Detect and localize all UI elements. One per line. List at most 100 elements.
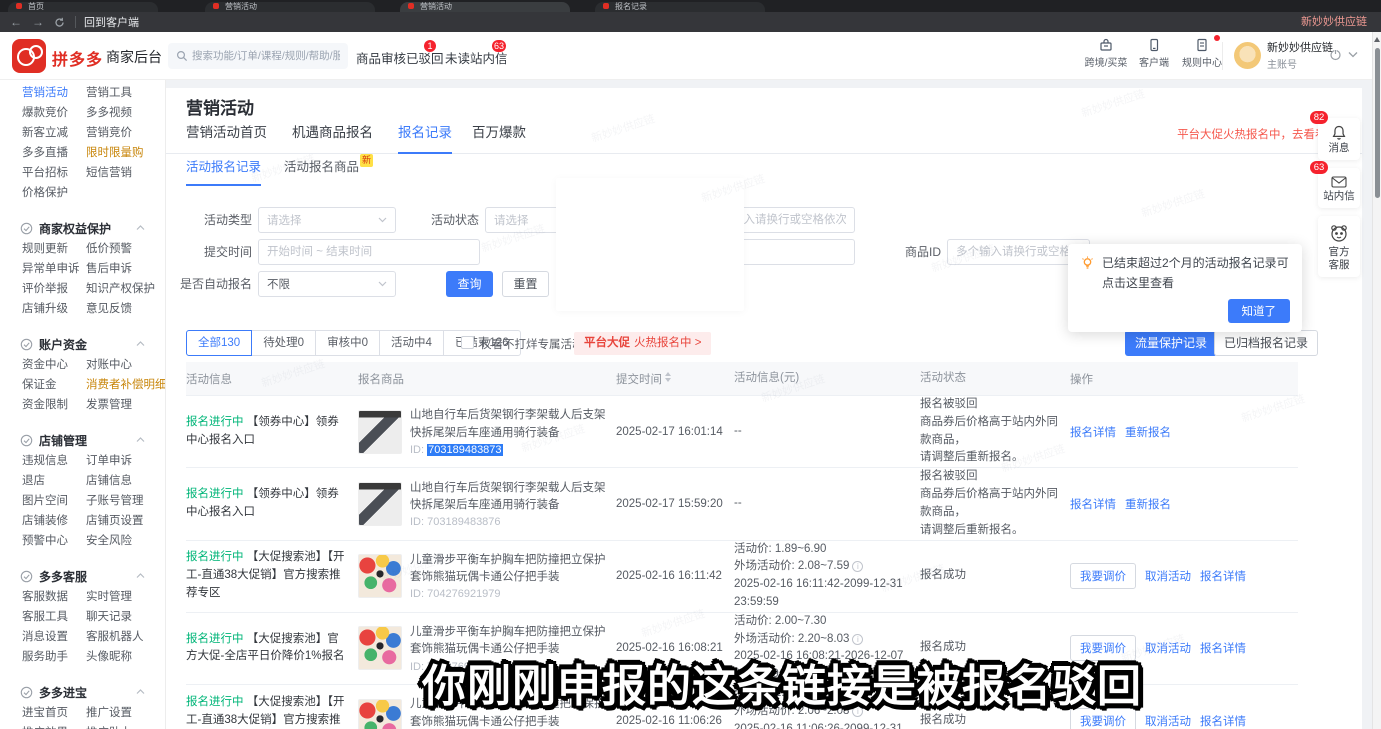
tab-opportunity-goods[interactable]: 机遇商品报名 (292, 118, 373, 154)
tooltip-confirm-button[interactable]: 知道了 (1228, 299, 1291, 323)
sidebar-link[interactable]: 店铺升级 (22, 300, 86, 316)
sidebar-link[interactable]: 短信营销 (86, 164, 132, 180)
quick-link-client[interactable]: 客户端 (1132, 37, 1176, 69)
sidebar-link[interactable]: 新客立减 (22, 124, 86, 140)
sidebar-link[interactable]: 推广设置 (86, 704, 132, 720)
sidebar-link[interactable]: 推广助力 (86, 724, 132, 729)
url-text[interactable]: 回到客户端 (84, 14, 139, 30)
sidebar-link[interactable]: 售后申诉 (86, 260, 132, 276)
sidebar-link[interactable]: 店铺信息 (86, 472, 132, 488)
chevron-up-icon[interactable] (136, 437, 145, 443)
row-action-link[interactable]: 报名详情 (1070, 496, 1116, 512)
tab-million-hits[interactable]: 百万爆款 (472, 118, 526, 154)
chevron-up-icon[interactable] (136, 341, 145, 347)
back-icon[interactable]: ← (10, 12, 22, 32)
row-action-link[interactable]: 取消活动 (1145, 713, 1191, 729)
row-action-link[interactable]: 取消活动 (1145, 568, 1191, 584)
chip-pending[interactable]: 待处理0 (251, 330, 316, 356)
sidebar-link[interactable]: 评价举报 (22, 280, 86, 296)
sidebar-link[interactable]: 图片空间 (22, 492, 86, 508)
messages-button[interactable]: 82 消息 (1318, 118, 1360, 160)
pinduoduo-logo-icon[interactable] (12, 39, 46, 73)
sidebar-link[interactable]: 聊天记录 (86, 608, 132, 624)
sidebar-group-header[interactable]: 店铺管理 (0, 430, 165, 450)
info-circle-icon[interactable]: i (852, 634, 863, 645)
product-thumbnail[interactable] (358, 554, 402, 598)
browser-tab[interactable]: 报名记录 (595, 2, 765, 12)
sidebar-link[interactable]: 客服机器人 (86, 628, 144, 644)
product-thumbnail[interactable] (358, 482, 402, 526)
sidebar-link[interactable]: 发票管理 (86, 396, 132, 412)
search-input[interactable] (192, 50, 340, 62)
product-thumbnail[interactable] (358, 410, 402, 454)
sidebar-link[interactable]: 进宝首页 (22, 704, 86, 720)
row-action-link[interactable]: 重新报名 (1125, 424, 1171, 440)
reload-icon[interactable] (54, 17, 65, 28)
sidebar-link[interactable]: 退店 (22, 472, 86, 488)
submit-time-range-input[interactable] (258, 239, 480, 265)
chevron-down-icon[interactable] (1348, 51, 1358, 58)
sidebar-link[interactable]: 安全风险 (86, 532, 132, 548)
sidebar-link[interactable]: 订单申诉 (86, 452, 132, 468)
browser-tab[interactable]: 首页 (8, 2, 158, 12)
archived-records-button[interactable]: 已归档报名记录 (1214, 330, 1318, 356)
promo-link[interactable]: 平台大促火热报名中，去看看>> (1177, 126, 1340, 142)
sidebar-link[interactable]: 爆款竞价 (22, 104, 86, 120)
sidebar-link[interactable]: 实时管理 (86, 588, 132, 604)
sidebar-group-header[interactable]: 账户资金 (0, 334, 165, 354)
scroll-up-arrow-icon[interactable] (1374, 37, 1380, 42)
sidebar-link[interactable]: 规则更新 (22, 240, 86, 256)
sidebar-group-header[interactable]: 多多客服 (0, 566, 165, 586)
sidebar-link[interactable]: 资金限制 (22, 396, 86, 412)
chip-reviewing[interactable]: 审核中0 (315, 330, 380, 356)
tab-registration-records[interactable]: 报名记录 (398, 118, 452, 154)
tab-activity-home[interactable]: 营销活动首页 (186, 118, 267, 154)
power-icon[interactable] (1329, 48, 1342, 61)
sidebar-link[interactable]: 消息设置 (22, 628, 86, 644)
row-action-link[interactable]: 报名详情 (1200, 568, 1246, 584)
sidebar-link[interactable]: 保证金 (22, 376, 86, 392)
header-search[interactable] (168, 43, 348, 69)
sidebar-link[interactable]: 对账中心 (86, 356, 132, 372)
chip-active[interactable]: 活动中4 (379, 330, 444, 356)
sidebar-link[interactable]: 推广效果 (22, 724, 86, 729)
sidebar-link[interactable]: 意见反馈 (86, 300, 132, 316)
sidebar-link[interactable]: 客服工具 (22, 608, 86, 624)
browser-tab-active[interactable]: 营销活动 (400, 2, 570, 12)
search-button[interactable]: 查询 (446, 271, 493, 297)
sidebar-group-header[interactable]: 多多进宝 (0, 682, 165, 702)
adjust-price-button[interactable]: 我要调价 (1070, 563, 1136, 589)
sidebar-link[interactable]: 多多直播 (22, 144, 86, 160)
row-action-link[interactable]: 报名详情 (1200, 640, 1246, 656)
sidebar-group-header[interactable]: 商家权益保护 (0, 218, 165, 238)
subtab-activity-records[interactable]: 活动报名记录 (186, 152, 261, 186)
sidebar-link[interactable]: 低价预警 (86, 240, 132, 256)
sidebar-link[interactable]: 限时限量购 (86, 144, 144, 160)
sidebar-link[interactable]: 消费者补偿明细 (86, 376, 166, 392)
traffic-protection-button[interactable]: 流量保护记录 (1125, 330, 1217, 356)
info-circle-icon[interactable]: i (852, 561, 863, 572)
sidebar-link[interactable]: 营销工具 (86, 84, 132, 100)
chip-all[interactable]: 全部130 (186, 330, 252, 356)
subtab-activity-goods[interactable]: 活动报名商品新 (284, 152, 359, 186)
activity-type-select[interactable]: 请选择 (258, 207, 396, 233)
site-mail-button[interactable]: 63 站内信 (1318, 168, 1360, 208)
row-action-link[interactable]: 重新报名 (1125, 496, 1171, 512)
sidebar-link[interactable]: 平台招标 (22, 164, 86, 180)
sort-icon[interactable] (665, 372, 671, 382)
scrollbar[interactable] (1372, 32, 1381, 729)
sidebar-link[interactable]: 多多视频 (86, 104, 132, 120)
sidebar-link[interactable]: 预警中心 (22, 532, 86, 548)
browser-profile-label[interactable]: 新妙妙供应链 (1301, 12, 1367, 32)
sidebar-link[interactable]: 店铺装修 (22, 512, 86, 528)
row-action-link[interactable]: 报名详情 (1200, 713, 1246, 729)
sidebar-link[interactable]: 知识产权保护 (86, 280, 155, 296)
browser-tab[interactable]: 营销活动 (205, 2, 375, 12)
sidebar-link[interactable]: 头像昵称 (86, 648, 132, 664)
sidebar-link[interactable]: 营销竞价 (86, 124, 132, 140)
checkbox[interactable] (461, 336, 474, 349)
forward-icon[interactable]: → (32, 12, 44, 32)
sidebar-link[interactable]: 店铺页设置 (86, 512, 144, 528)
sidebar-link[interactable]: 资金中心 (22, 356, 86, 372)
auto-signup-select[interactable]: 不限 (258, 271, 396, 297)
